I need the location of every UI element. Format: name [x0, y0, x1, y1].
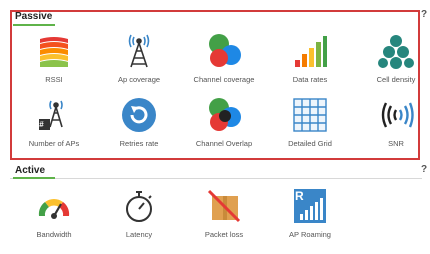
active-divider	[10, 178, 422, 179]
tool-label: Retries rate	[119, 139, 159, 148]
tool-label: SNR	[388, 139, 404, 148]
tool-label: Ap coverage	[117, 75, 161, 84]
tool-number-of-aps[interactable]: # Number of APs	[14, 97, 94, 159]
tool-label: Packet loss	[204, 230, 244, 239]
active-title-underline	[13, 177, 55, 179]
tool-ap-roaming[interactable]: R AP Roaming	[270, 188, 350, 250]
tool-rssi[interactable]: RSSI	[14, 33, 94, 95]
tool-label: Data rates	[292, 75, 328, 84]
tool-bandwidth[interactable]: Bandwidth	[14, 188, 94, 250]
tool-channel-coverage[interactable]: Channel coverage	[184, 33, 264, 95]
grid-icon	[292, 97, 328, 133]
passive-help-icon[interactable]: ?	[421, 9, 427, 20]
tool-label: Channel coverage	[193, 75, 255, 84]
retry-arrow-icon	[121, 97, 157, 133]
tool-ap-coverage[interactable]: Ap coverage	[99, 33, 179, 95]
tool-label: RSSI	[45, 75, 63, 84]
roaming-badge: R	[295, 189, 304, 203]
tool-label: Bandwidth	[36, 230, 72, 239]
passive-section-title: Passive	[15, 11, 53, 22]
tool-snr[interactable]: SNR	[356, 97, 430, 159]
speedometer-icon	[36, 188, 72, 224]
ap-count-badge: #	[39, 120, 44, 129]
tool-channel-overlap[interactable]: Channel Overlap	[184, 97, 264, 159]
channel-circles-icon	[206, 33, 242, 69]
tool-data-rates[interactable]: Data rates	[270, 33, 350, 95]
signal-bars-icon	[292, 33, 328, 69]
antenna-tower-icon	[121, 33, 157, 69]
tool-label: Detailed Grid	[288, 139, 332, 148]
active-section-title: Active	[15, 165, 46, 176]
channel-overlap-icon	[206, 97, 242, 133]
rssi-heatmap-icon	[36, 33, 72, 69]
active-help-icon[interactable]: ?	[421, 164, 427, 175]
tool-label: AP Roaming	[289, 230, 331, 239]
tool-label: Channel Overlap	[195, 139, 253, 148]
packet-box-icon	[206, 188, 242, 224]
tool-detailed-grid[interactable]: Detailed Grid	[270, 97, 350, 159]
tool-latency[interactable]: Latency	[99, 188, 179, 250]
tool-cell-density[interactable]: Cell density	[356, 33, 430, 95]
passive-title-underline	[13, 24, 55, 26]
tool-label: Number of APs	[28, 139, 80, 148]
tool-packet-loss[interactable]: Packet loss	[184, 188, 264, 250]
tool-label: Cell density	[376, 75, 416, 84]
tool-retries-rate[interactable]: Retries rate	[99, 97, 179, 159]
stopwatch-icon	[121, 188, 157, 224]
tool-label: Latency	[125, 230, 153, 239]
cell-density-icon	[378, 33, 414, 69]
snr-waves-icon	[378, 97, 414, 133]
